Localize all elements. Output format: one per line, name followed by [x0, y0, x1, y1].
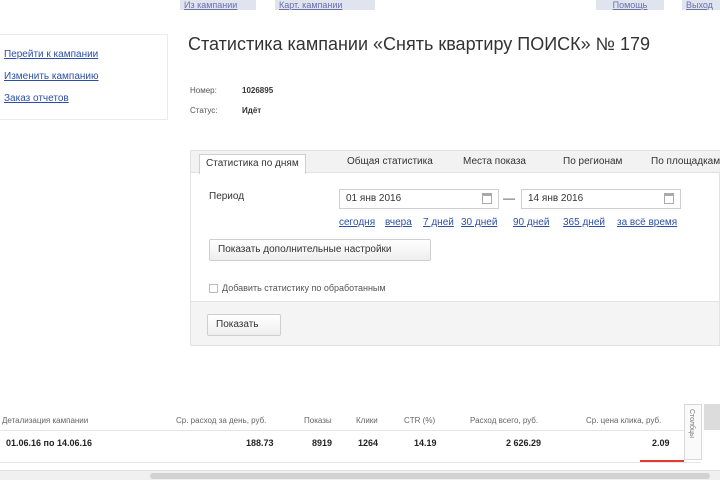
meta-status-value: Идёт — [242, 106, 262, 115]
highlight-underline — [640, 460, 684, 462]
quick-range-yesterday[interactable]: вчера — [385, 217, 412, 228]
column-settings-control[interactable]: Столбцы — [684, 404, 702, 460]
quick-range-365-days[interactable]: 365 дней — [563, 217, 605, 228]
stats-tabs: Статистика по дням Общая статистика Мест… — [191, 151, 720, 174]
table-divider — [0, 430, 700, 431]
column-header-avg-daily-spend[interactable]: Ср. расход за день, руб. — [176, 416, 266, 425]
tab-sites[interactable]: По площадкам — [651, 155, 720, 173]
table-cell-clicks: 1264 — [358, 438, 379, 448]
table-cell-ctr: 14.19 — [414, 438, 437, 448]
top-tab-exit[interactable]: Выход — [682, 0, 720, 10]
column-header-avg-cpc[interactable]: Ср. цена клика, руб. — [586, 416, 661, 425]
tab-general[interactable]: Общая статистика — [347, 155, 433, 173]
tab-placements[interactable]: Места показа — [463, 155, 526, 173]
table-cell-avg-daily-spend: 188.73 — [246, 438, 274, 448]
column-header-ctr[interactable]: CTR (%) — [404, 416, 435, 425]
meta-number: Номер: 1026895 — [190, 86, 273, 95]
sidebar-link-go-to-campaign[interactable]: Перейти к кампании — [4, 49, 98, 60]
calendar-icon[interactable] — [664, 193, 674, 204]
meta-number-label: Номер: — [190, 86, 217, 95]
page-title: Статистика кампании «Снять квартиру ПОИС… — [188, 34, 651, 54]
column-header-total-spend[interactable]: Расход всего, руб. — [470, 416, 538, 425]
meta-status-label: Статус: — [190, 106, 218, 115]
processed-stats-checkbox[interactable] — [209, 284, 218, 294]
top-tab-campaign[interactable]: Из кампании — [180, 0, 256, 10]
table-bottom-border — [0, 462, 700, 463]
stats-panel: Статистика по дням Общая статистика Мест… — [190, 150, 720, 346]
calendar-icon[interactable] — [482, 193, 492, 204]
panel-footer: Показать — [191, 301, 719, 345]
meta-number-value: 1026895 — [242, 86, 274, 95]
top-tab-help[interactable]: Помощь — [596, 0, 664, 10]
tab-regions[interactable]: По регионам — [563, 155, 622, 173]
date-to-value: 14 янв 2016 — [528, 193, 584, 204]
more-settings-button[interactable]: Показать дополнительные настройки — [209, 239, 431, 261]
quick-range-7-days[interactable]: 7 дней — [423, 217, 454, 228]
quick-range-all-time[interactable]: за всё время — [617, 217, 677, 228]
stats-table: Детализация кампании Ср. расход за день,… — [0, 404, 720, 466]
sidebar: Перейти к кампании Изменить кампанию Зак… — [0, 34, 168, 120]
date-to-input[interactable]: 14 янв 2016 — [521, 189, 681, 209]
processed-stats-checkbox-label: Добавить статистику по обработанным — [222, 283, 386, 293]
date-from-value: 01 янв 2016 — [346, 193, 402, 204]
column-header-clicks[interactable]: Клики — [356, 416, 378, 425]
processed-stats-checkbox-row[interactable]: Добавить статистику по обработанным — [209, 283, 386, 294]
sidebar-link-edit-campaign[interactable]: Изменить кампанию — [4, 71, 99, 82]
table-cell-total-spend: 2 626.29 — [506, 438, 542, 448]
top-tab-campaign-card[interactable]: Карт. кампании — [275, 0, 375, 10]
tab-by-days[interactable]: Статистика по дням — [199, 154, 306, 174]
quick-range-30-days[interactable]: 30 дней — [461, 217, 497, 228]
sidebar-link-order-reports[interactable]: Заказ отчетов — [4, 93, 69, 104]
table-cell-impressions: 8919 — [312, 438, 333, 448]
meta-status: Статус: Идёт — [190, 106, 261, 115]
table-cell-avg-cpc: 2.09 — [652, 438, 670, 448]
column-side-tab[interactable] — [704, 404, 720, 430]
horizontal-scrollbar[interactable] — [0, 470, 720, 480]
table-cell-period: 01.06.16 по 14.06.16 — [6, 438, 93, 448]
date-from-input[interactable]: 01 янв 2016 — [339, 189, 499, 209]
column-header-impressions[interactable]: Показы — [304, 416, 332, 425]
quick-range-90-days[interactable]: 90 дней — [513, 217, 549, 228]
date-range-dash: — — [503, 191, 515, 205]
show-button[interactable]: Показать — [207, 314, 281, 336]
quick-range-today[interactable]: сегодня — [339, 217, 375, 228]
column-settings-label: Столбцы — [688, 409, 695, 439]
period-label: Период — [209, 191, 245, 202]
scrollbar-thumb[interactable] — [150, 473, 710, 479]
column-header-campaign[interactable]: Детализация кампании — [2, 416, 88, 425]
